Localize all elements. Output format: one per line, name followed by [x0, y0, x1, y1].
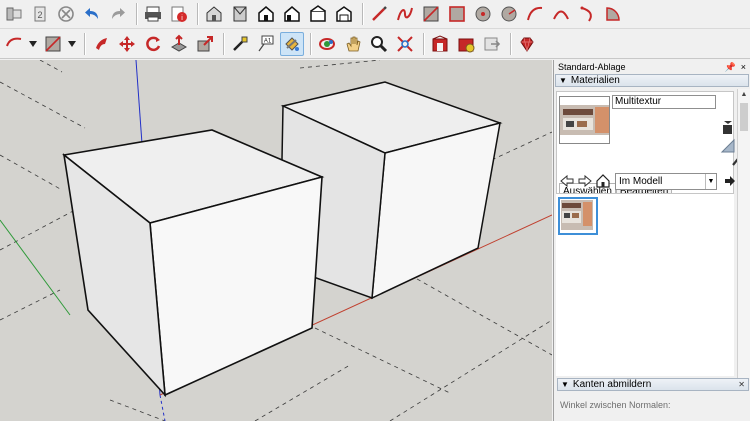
- tray-titlebar: Standard-Ablage 📌 ×: [554, 60, 750, 74]
- ruby-icon[interactable]: [515, 32, 539, 56]
- rotate-icon[interactable]: [115, 32, 139, 56]
- toolbar-separator: [423, 33, 424, 55]
- chevron-down-icon[interactable]: [28, 32, 38, 56]
- scroll-up-icon[interactable]: ▲: [738, 89, 750, 101]
- paint-active-icon[interactable]: A1: [254, 32, 278, 56]
- tray-scrollbar[interactable]: ▲: [737, 89, 750, 378]
- chevron-down-icon[interactable]: [67, 32, 77, 56]
- toolbar-group-camera: [315, 30, 419, 58]
- freehand-icon[interactable]: [393, 2, 417, 26]
- eraser-small-icon[interactable]: 2: [28, 2, 52, 26]
- toolbar-separator: [362, 3, 363, 25]
- toolbar-group-draw: [367, 0, 627, 28]
- model-info-icon[interactable]: i: [167, 2, 191, 26]
- redo-icon[interactable]: [106, 2, 130, 26]
- toolbar-row-2: A1: [0, 30, 750, 59]
- back-view-icon[interactable]: [306, 2, 330, 26]
- material-name-field[interactable]: Multitextur: [612, 95, 716, 109]
- library-select-value: Im Modell: [619, 175, 663, 187]
- back-arrow-icon[interactable]: [559, 173, 575, 189]
- scale-icon[interactable]: [167, 32, 191, 56]
- paint-bucket-active-icon[interactable]: [280, 32, 304, 56]
- material-thumbnail[interactable]: [558, 197, 598, 235]
- toolbar-group-file: i: [141, 0, 193, 28]
- top-view-icon[interactable]: [228, 2, 252, 26]
- toolbar-group-warehouse: [428, 30, 506, 58]
- toolbar-group-views: [202, 0, 358, 28]
- svg-text:2: 2: [37, 10, 42, 20]
- soften-edges-title: Kanten abmildern: [572, 379, 652, 390]
- share-model-icon[interactable]: [480, 32, 504, 56]
- zoom-icon[interactable]: [367, 32, 391, 56]
- collapse-arrow-icon: ▼: [561, 380, 569, 389]
- materials-header[interactable]: ▼ Materialien: [555, 74, 749, 87]
- tray-title: Standard-Ablage: [558, 62, 626, 72]
- toolbar-group-ruby: [515, 30, 541, 58]
- collapse-arrow-icon: ▼: [559, 76, 567, 85]
- push-pull-icon[interactable]: [141, 32, 165, 56]
- text-label-icon[interactable]: [228, 32, 252, 56]
- select-icon[interactable]: [2, 2, 26, 26]
- orbit-icon[interactable]: [315, 32, 339, 56]
- front-view-icon[interactable]: [254, 2, 278, 26]
- undo-icon[interactable]: [80, 2, 104, 26]
- toolbar-separator: [310, 33, 311, 55]
- toolbar-separator: [223, 33, 224, 55]
- tray-controls: 📌 ×: [725, 62, 746, 73]
- create-material-icon[interactable]: [720, 120, 736, 136]
- toolbar-group-main: 2: [2, 0, 132, 28]
- circle-stop-icon[interactable]: [54, 2, 78, 26]
- toolbar-row-1: 2 i: [0, 0, 750, 29]
- polygon-icon[interactable]: [497, 2, 521, 26]
- right-view-icon[interactable]: [280, 2, 304, 26]
- viewport-canvas[interactable]: [0, 60, 552, 421]
- rotated-rectangle-icon[interactable]: [445, 2, 469, 26]
- toolbar-separator: [510, 33, 511, 55]
- three-point-arc-icon[interactable]: [575, 2, 599, 26]
- rectangle-icon[interactable]: [419, 2, 443, 26]
- paint-bucket-icon[interactable]: [41, 32, 65, 56]
- circle-icon[interactable]: [471, 2, 495, 26]
- faded-slider-text: - - - - - - -: [629, 417, 661, 421]
- pan-hand-icon[interactable]: [341, 32, 365, 56]
- material-preview-swatch: [559, 96, 610, 144]
- model-viewport[interactable]: [0, 60, 552, 421]
- pencil-line-icon[interactable]: [367, 2, 391, 26]
- toolbar-group-construction: A1: [228, 30, 306, 58]
- warehouse-icon[interactable]: [428, 32, 452, 56]
- material-grid: [556, 193, 734, 376]
- scrollbar-thumb[interactable]: [740, 103, 748, 131]
- two-point-arc-icon[interactable]: [549, 2, 573, 26]
- toolbar-group-select: [2, 30, 80, 58]
- left-view-icon[interactable]: [332, 2, 356, 26]
- arc-icon[interactable]: [523, 2, 547, 26]
- close-icon[interactable]: ×: [741, 62, 746, 73]
- close-icon[interactable]: ✕: [738, 380, 745, 389]
- library-select[interactable]: Im Modell ▼: [615, 172, 717, 190]
- toolbar-group-modify: [89, 30, 219, 58]
- extension-store-icon[interactable]: [454, 32, 478, 56]
- library-nav-row: Im Modell ▼: [559, 172, 737, 190]
- select-arrow-icon[interactable]: [2, 32, 26, 56]
- zoom-extents-icon[interactable]: [393, 32, 417, 56]
- pie-icon[interactable]: [601, 2, 625, 26]
- material-side-icons: [720, 120, 736, 154]
- move-icon[interactable]: [89, 32, 113, 56]
- chevron-down-icon: ▼: [705, 173, 716, 189]
- toolbar-separator: [84, 33, 85, 55]
- print-icon[interactable]: [141, 2, 165, 26]
- home-icon[interactable]: [595, 173, 611, 189]
- toolbar-separator: [197, 3, 198, 25]
- forward-arrow-icon[interactable]: [577, 173, 593, 189]
- materials-title: Materialien: [570, 75, 620, 86]
- soften-edges-header[interactable]: ▼ Kanten abmildern ✕: [557, 378, 749, 391]
- default-tray: Standard-Ablage 📌 × ▼ Materialien Multit…: [553, 60, 750, 421]
- toolbar-separator: [136, 3, 137, 25]
- pin-icon[interactable]: 📌: [725, 62, 736, 73]
- iso-view-icon[interactable]: [202, 2, 226, 26]
- svg-text:A1: A1: [264, 39, 272, 45]
- tape-measure-icon[interactable]: [193, 32, 217, 56]
- angle-between-normals-label: Winkel zwischen Normalen:: [560, 400, 671, 410]
- details-arrow-icon[interactable]: [723, 174, 737, 188]
